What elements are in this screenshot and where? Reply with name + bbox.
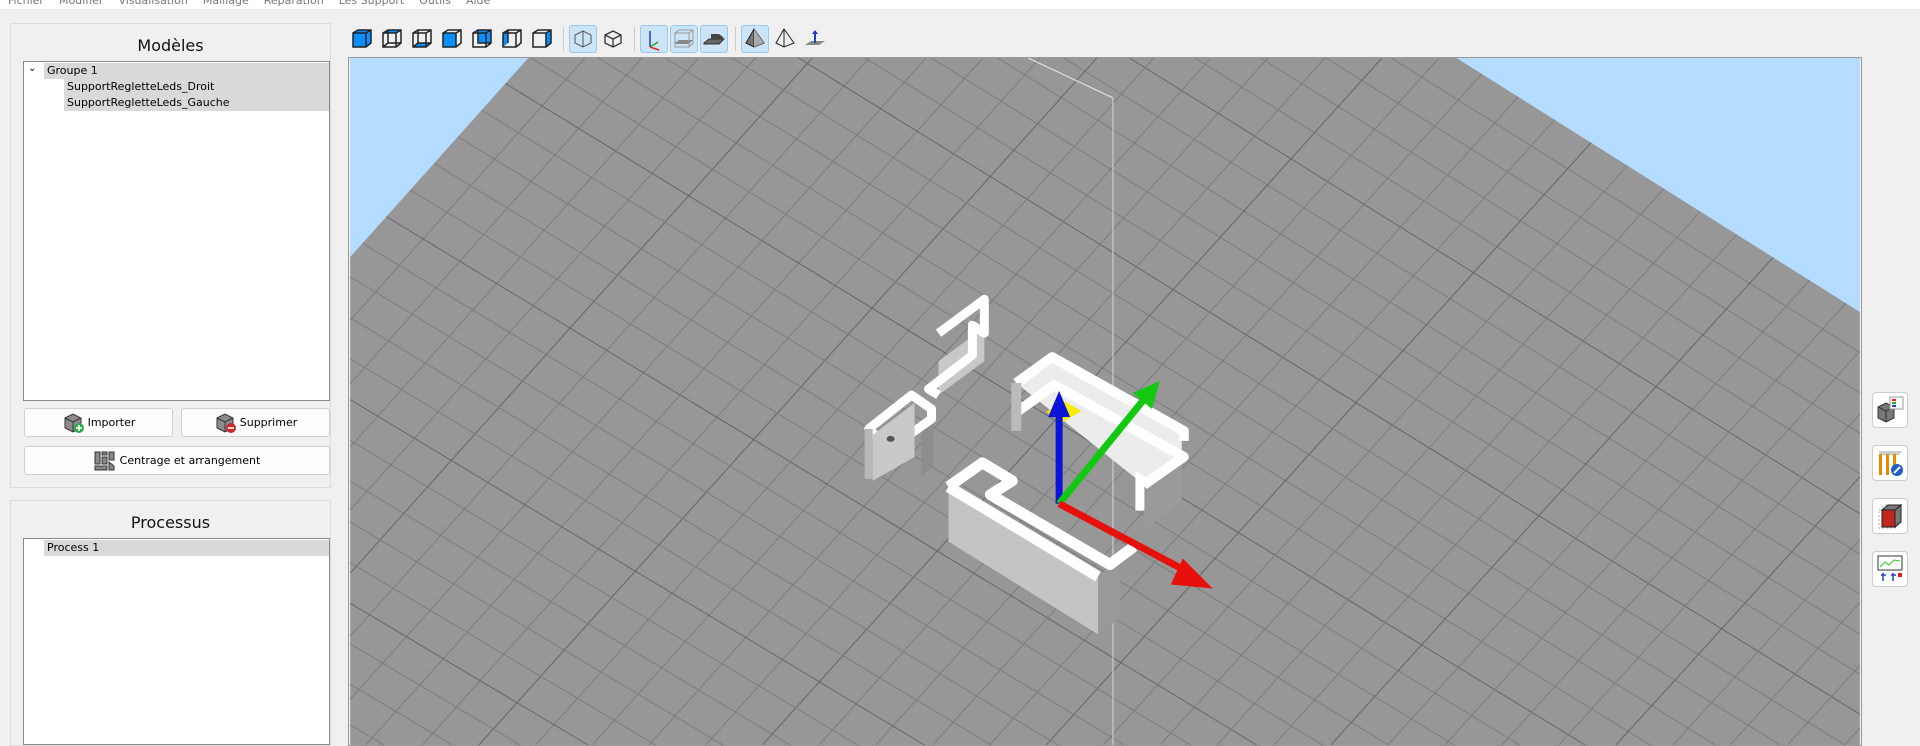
orthographic-button[interactable]: [599, 25, 627, 53]
menu-fichier[interactable]: Fichier: [0, 0, 51, 9]
right-toolbar: [1872, 392, 1908, 604]
perspective-icon: [574, 30, 592, 48]
view-toolbar: [348, 24, 831, 54]
view-top-icon: [382, 29, 402, 48]
menu-visualisation[interactable]: Visualisation: [110, 0, 194, 9]
cube-remove-icon: [216, 412, 236, 433]
view-front-icon: [442, 29, 462, 48]
cube-add-icon: [64, 412, 84, 433]
solid-shading-button[interactable]: [741, 25, 769, 53]
arrange-label: Centrage et arrangement: [119, 454, 261, 467]
wireframe-button[interactable]: [771, 25, 799, 53]
view-front-button[interactable]: [438, 25, 466, 53]
menu-outils[interactable]: Outils: [411, 0, 458, 9]
menu-aide[interactable]: Aide: [458, 0, 497, 9]
view-bottom-icon: [412, 29, 432, 48]
models-tree[interactable]: ⌄ Groupe 1 SupportRegletteLeds_Droit Sup…: [23, 61, 330, 401]
menu-bar: Fichier Modifier Visualisation Maillage …: [0, 0, 1920, 10]
tree-group[interactable]: Groupe 1: [44, 63, 329, 79]
delete-label: Supprimer: [239, 416, 298, 429]
axes-icon: [649, 31, 660, 51]
chevron-down-icon[interactable]: ⌄: [28, 63, 36, 74]
tree-item-gauche[interactable]: SupportRegletteLeds_Gauche: [64, 95, 329, 111]
build-volume-icon: [674, 29, 694, 48]
perspective-button[interactable]: [569, 25, 597, 53]
import-label: Importer: [87, 416, 136, 429]
view-bottom-button[interactable]: [408, 25, 436, 53]
chart-settings-icon: [1877, 555, 1903, 581]
toolbar-separator: [634, 27, 635, 51]
view-back-button[interactable]: [468, 25, 496, 53]
axes-button[interactable]: [640, 25, 668, 53]
arrange-button[interactable]: Centrage et arrangement: [24, 446, 330, 475]
menu-reparation[interactable]: Réparation: [256, 0, 331, 9]
view-right-icon: [532, 29, 552, 48]
gizmo-icon: [805, 30, 825, 45]
view-back-icon: [472, 29, 492, 48]
3d-viewport[interactable]: [348, 57, 1862, 746]
arrange-icon: [94, 451, 115, 470]
scene-canvas[interactable]: [349, 58, 1861, 745]
view-left-icon: [502, 29, 522, 48]
tree-item-droit[interactable]: SupportRegletteLeds_Droit: [64, 79, 329, 95]
menu-maillage[interactable]: Maillage: [195, 0, 256, 9]
plate-button[interactable]: [700, 25, 728, 53]
model-info-button[interactable]: [1872, 392, 1908, 428]
process-panel: Processus Process 1: [10, 500, 331, 746]
plate-icon: [703, 34, 726, 45]
toolbar-separator: [563, 27, 564, 51]
delete-button[interactable]: Supprimer: [181, 408, 330, 437]
process-item[interactable]: Process 1: [44, 540, 329, 556]
process-title: Processus: [130, 513, 211, 532]
view-left-button[interactable]: [498, 25, 526, 53]
menu-modifier[interactable]: Modifier: [51, 0, 110, 9]
solid-model-button[interactable]: [1872, 498, 1908, 534]
build-volume-button[interactable]: [670, 25, 698, 53]
wireframe-icon: [775, 28, 795, 48]
view-iso-icon: [352, 29, 372, 48]
view-right-button[interactable]: [528, 25, 556, 53]
model-list-icon: [1877, 396, 1904, 423]
orthographic-icon: [604, 30, 622, 48]
process-list[interactable]: Process 1: [23, 538, 330, 745]
toolbar-separator: [735, 27, 736, 51]
solid-cube-icon: [1878, 503, 1903, 529]
solid-shading-icon: [745, 28, 765, 48]
edit-supports-button[interactable]: [1872, 445, 1908, 481]
import-button[interactable]: Importer: [24, 408, 173, 437]
gizmo-button[interactable]: [801, 25, 829, 53]
view-top-button[interactable]: [378, 25, 406, 53]
view-iso-button[interactable]: [348, 25, 376, 53]
support-edit-icon: [1878, 451, 1903, 476]
analysis-chart-button[interactable]: [1872, 551, 1908, 587]
models-title: Modèles: [137, 36, 204, 55]
menu-les-support[interactable]: Les Support: [331, 0, 411, 9]
models-panel: Modèles ⌄ Groupe 1 SupportRegletteLeds_D…: [10, 23, 331, 488]
